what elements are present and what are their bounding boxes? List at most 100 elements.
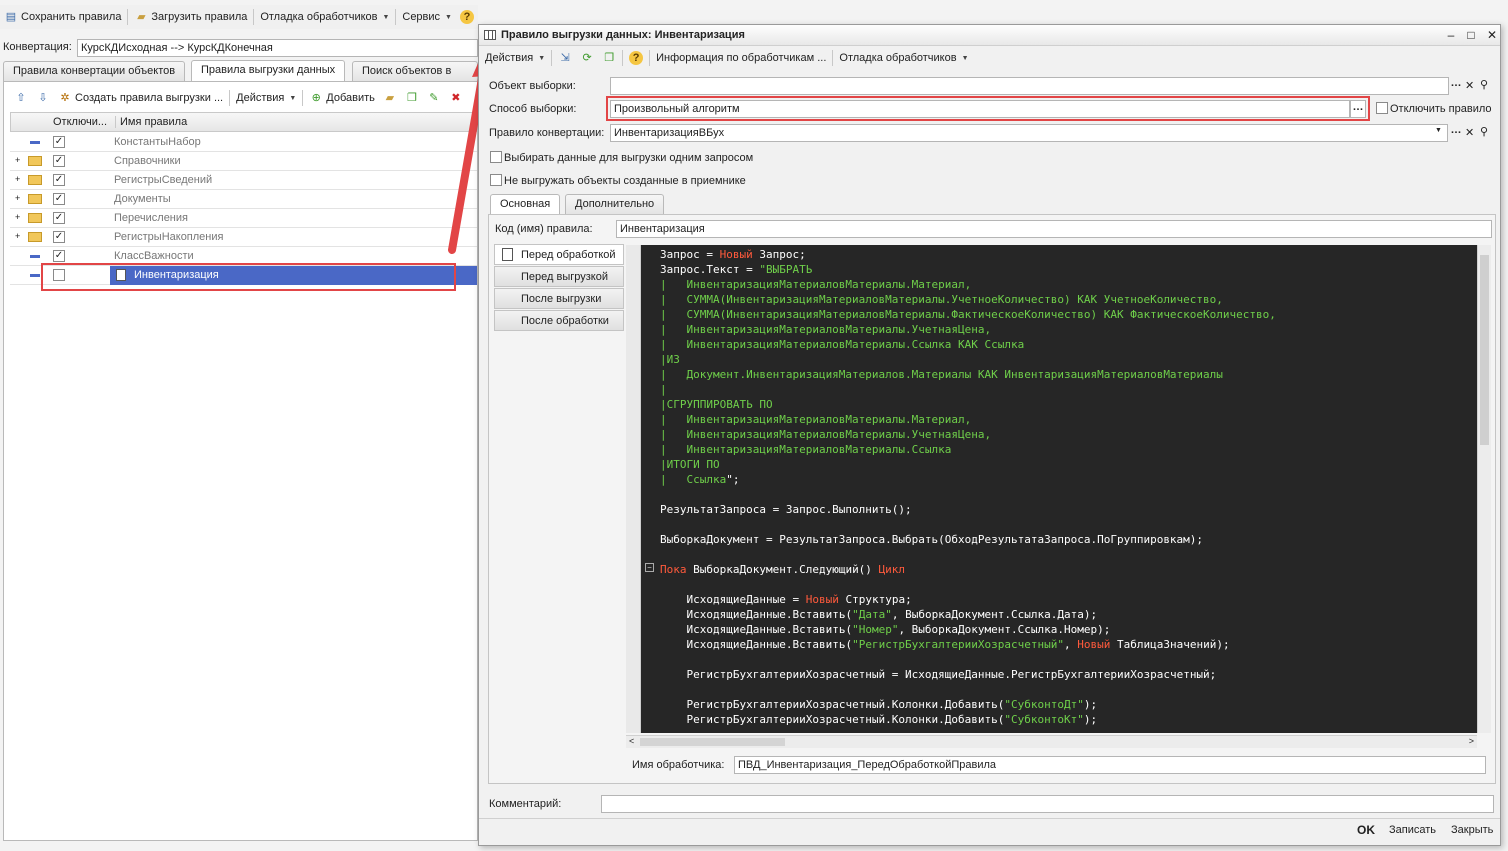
conv-rule-dropdown-icon[interactable]: ▼ — [1435, 127, 1442, 134]
fold-icon[interactable]: − — [645, 563, 654, 572]
code-line[interactable]: | ИнвентаризацияМатериаловМатериалы.Мате… — [660, 277, 1477, 292]
code-line[interactable]: РезультатЗапроса = Запрос.Выполнить(); — [660, 502, 1477, 517]
dialog-help-button[interactable]: ? — [625, 48, 647, 68]
column-rule-name[interactable]: Имя правила — [115, 116, 187, 128]
code-line[interactable]: РегистрБухгалтерииХозрасчетный.Колонки.Д… — [660, 697, 1477, 712]
write-button[interactable]: Записать — [1389, 824, 1436, 836]
scroll-thumb[interactable] — [1480, 255, 1489, 445]
table-row[interactable]: + ✓ Справочники — [10, 152, 477, 171]
add-group-button[interactable]: ▰ — [379, 88, 401, 108]
handlers-info-button[interactable]: Информация по обработчикам ... — [652, 48, 830, 68]
code-line[interactable]: ВыборкаДокумент = РезультатЗапроса.Выбра… — [660, 532, 1477, 547]
scroll-right-icon[interactable]: > — [1469, 736, 1474, 746]
code-line[interactable]: Пока ВыборкаДокумент.Следующий() Цикл — [660, 562, 1477, 577]
handler-name-field[interactable]: ПВД_Инвентаризация_ПередОбработкойПравил… — [734, 756, 1486, 774]
code-editor[interactable]: Запрос = Новый Запрос; Запрос.Текст = "ВЫ… — [641, 245, 1477, 733]
code-line[interactable]: | ИнвентаризацияМатериаловМатериалы.Ссыл… — [660, 337, 1477, 352]
table-row[interactable]: + ✓ Перечисления — [10, 209, 477, 228]
handler-after-export[interactable]: После выгрузки — [494, 288, 624, 309]
move-up-button[interactable]: ⇧ — [10, 88, 32, 108]
vertical-scrollbar[interactable] — [1477, 245, 1491, 733]
disable-rule-checkbox[interactable] — [1376, 102, 1388, 114]
code-line[interactable]: |ИТОГИ ПО — [660, 457, 1477, 472]
disabled-checkbox[interactable]: ✓ — [53, 212, 65, 224]
service-menu[interactable]: Сервис ▼ — [398, 7, 456, 27]
code-line[interactable]: | ИнвентаризацияМатериаловМатериалы.Учет… — [660, 427, 1477, 442]
maximize-icon[interactable]: □ — [1464, 28, 1478, 42]
code-line[interactable]: | ИнвентаризацияМатериаловМатериалы.Учет… — [660, 322, 1477, 337]
disabled-checkbox[interactable]: ✓ — [53, 250, 65, 262]
object-clear-icon[interactable]: ✕ — [1465, 79, 1474, 92]
scroll-left-icon[interactable]: < — [629, 736, 634, 746]
hscroll-thumb[interactable] — [640, 738, 785, 746]
code-line[interactable] — [660, 487, 1477, 502]
conv-rule-choose-button[interactable]: … — [1449, 124, 1463, 136]
expand-icon[interactable]: + — [15, 212, 20, 222]
code-line[interactable]: ИсходящиеДанные.Вставить("РегистрБухгалт… — [660, 637, 1477, 652]
code-line[interactable]: |СГРУППИРОВАТЬ ПО — [660, 397, 1477, 412]
code-line[interactable]: РегистрБухгалтерииХозрасчетный = Исходящ… — [660, 667, 1477, 682]
move-down-button[interactable]: ⇩ — [32, 88, 54, 108]
table-row[interactable]: + ✓ РегистрыСведений — [10, 171, 477, 190]
code-line[interactable] — [660, 652, 1477, 667]
minimize-icon[interactable]: – — [1444, 28, 1458, 42]
code-line[interactable]: Запрос.Текст = "ВЫБРАТЬ — [660, 262, 1477, 277]
object-choose-button[interactable]: … — [1449, 77, 1463, 95]
disabled-checkbox[interactable]: ✓ — [53, 193, 65, 205]
disabled-checkbox[interactable]: ✓ — [53, 231, 65, 243]
close-button[interactable]: Закрыть — [1451, 824, 1493, 836]
code-line[interactable]: | СУММА(ИнвентаризацияМатериаловМатериал… — [660, 307, 1477, 322]
help-button[interactable]: ? — [456, 7, 478, 27]
no-export-created-checkbox[interactable] — [490, 174, 502, 186]
code-line[interactable] — [660, 547, 1477, 562]
dialog-actions-menu[interactable]: Действия ▼ — [481, 48, 549, 68]
code-line[interactable]: РегистрБухгалтерииХозрасчетный.Колонки.Д… — [660, 712, 1477, 727]
conv-rule-search-icon[interactable]: ⚲ — [1480, 125, 1488, 138]
expand-icon[interactable]: + — [15, 193, 20, 203]
table-row[interactable]: ✓ КонстантыНабор — [10, 133, 477, 152]
horizontal-scrollbar[interactable]: < > — [626, 735, 1477, 748]
expand-icon[interactable]: + — [15, 155, 20, 165]
dialog-debug-menu[interactable]: Отладка обработчиков ▼ — [835, 48, 972, 68]
copy-button[interactable]: ❐ — [401, 88, 423, 108]
code-line[interactable]: |ИЗ — [660, 352, 1477, 367]
rule-code-field[interactable]: Инвентаризация — [616, 220, 1492, 238]
close-icon[interactable]: ✕ — [1485, 28, 1499, 42]
tab-data-export-rules[interactable]: Правила выгрузки данных — [191, 60, 346, 81]
handler-before-processing[interactable]: Перед обработкой — [494, 244, 624, 265]
ok-button[interactable]: OK — [1357, 823, 1375, 837]
debug-handlers-menu[interactable]: Отладка обработчиков ▼ — [256, 7, 393, 27]
code-line[interactable]: ИсходящиеДанные.Вставить("Дата", Выборка… — [660, 607, 1477, 622]
code-line[interactable]: | — [660, 382, 1477, 397]
conversion-field[interactable]: КурсКДИсходная --> КурсКДКонечная — [77, 39, 478, 57]
save-close-button[interactable]: ⇲ — [554, 48, 576, 68]
code-line[interactable]: ИсходящиеДанные.Вставить("Номер", Выборк… — [660, 622, 1477, 637]
save-rules-button[interactable]: ▤ Сохранить правила — [0, 7, 125, 27]
code-line[interactable]: | ИнвентаризацияМатериаловМатериалы.Мате… — [660, 412, 1477, 427]
code-line[interactable]: | ИнвентаризацияМатериаловМатериалы.Ссыл… — [660, 442, 1477, 457]
actions-menu[interactable]: Действия ▼ — [232, 88, 300, 108]
code-line[interactable]: | СУММА(ИнвентаризацияМатериаловМатериал… — [660, 292, 1477, 307]
table-row[interactable]: + ✓ Документы — [10, 190, 477, 209]
conv-rule-clear-icon[interactable]: ✕ — [1465, 126, 1474, 139]
disabled-checkbox[interactable]: ✓ — [53, 136, 65, 148]
single-query-checkbox[interactable] — [490, 151, 502, 163]
code-line[interactable]: | Документ.ИнвентаризацияМатериалов.Мате… — [660, 367, 1477, 382]
expand-icon[interactable]: + — [15, 231, 20, 241]
handler-before-export[interactable]: Перед выгрузкой — [494, 266, 624, 287]
code-line[interactable] — [660, 577, 1477, 592]
object-field[interactable] — [610, 77, 1449, 95]
disabled-checkbox[interactable]: ✓ — [53, 174, 65, 186]
tab-object-conversion-rules[interactable]: Правила конвертации объектов — [3, 61, 186, 81]
column-disabled[interactable]: Отключи... — [53, 116, 107, 128]
disabled-checkbox[interactable]: ✓ — [53, 155, 65, 167]
expand-icon[interactable]: + — [15, 174, 20, 184]
code-line[interactable]: | Ссылка"; — [660, 472, 1477, 487]
code-line[interactable] — [660, 517, 1477, 532]
refresh-button[interactable]: ⟳ — [576, 48, 598, 68]
tab-main[interactable]: Основная — [490, 194, 561, 215]
add-button[interactable]: ⊕ Добавить — [305, 88, 379, 108]
object-search-icon[interactable]: ⚲ — [1480, 78, 1488, 91]
code-line[interactable] — [660, 682, 1477, 697]
copy-rule-button[interactable]: ❐ — [598, 48, 620, 68]
